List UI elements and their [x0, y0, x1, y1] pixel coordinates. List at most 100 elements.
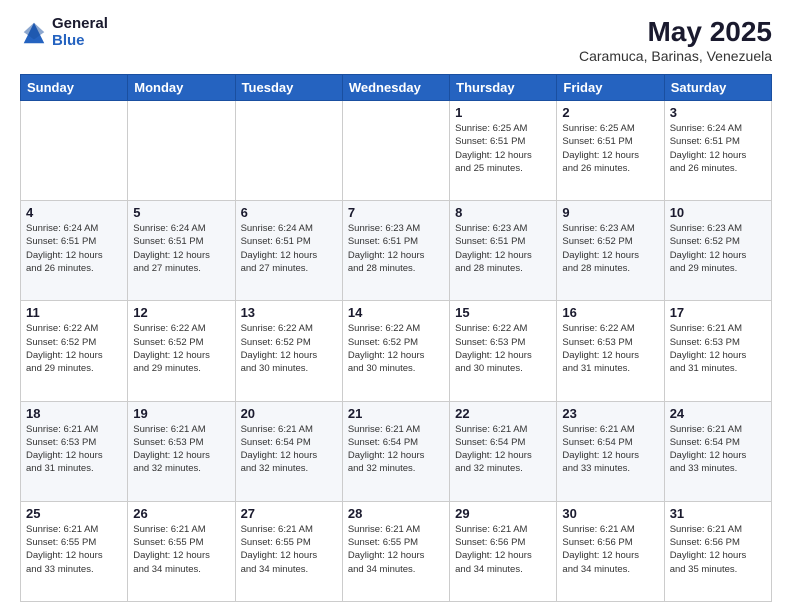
month-title: May 2025: [579, 16, 772, 48]
day-number: 24: [670, 406, 766, 421]
table-row: 18Sunrise: 6:21 AM Sunset: 6:53 PM Dayli…: [21, 401, 128, 501]
page: General Blue May 2025 Caramuca, Barinas,…: [0, 0, 792, 612]
table-row: 1 Sunrise: 6:25 AM Sunset: 6:51 PM Daylig…: [450, 101, 557, 201]
day-number: 13: [241, 305, 337, 320]
day-info: Sunrise: 6:21 AM Sunset: 6:56 PM Dayligh…: [455, 523, 551, 576]
day-info: Sunrise: 6:21 AM Sunset: 6:56 PM Dayligh…: [562, 523, 658, 576]
day-number: 17: [670, 305, 766, 320]
day-info: Sunrise: 6:21 AM Sunset: 6:55 PM Dayligh…: [348, 523, 444, 576]
table-row: 21 Sunrise: 6:21 AM Sunset: 6:54 PM Dayli…: [342, 401, 449, 501]
day-info: Sunrise: 6:21 AM Sunset: 6:53 PM Dayligh…: [670, 322, 766, 375]
day-number: 6: [241, 205, 337, 220]
col-monday: Monday: [128, 75, 235, 101]
table-row: 31 Sunrise: 6:21 AM Sunset: 6:56 PM Dayli…: [664, 501, 771, 601]
day-number: 2: [562, 105, 658, 120]
calendar-week-5: 25 Sunrise: 6:21 AM Sunset: 6:55 PM Dayli…: [21, 501, 772, 601]
day-info: Sunrise: 6:24 AM Sunset: 6:51 PM Dayligh…: [670, 122, 766, 175]
calendar-header-row: Sunday Monday Tuesday Wednesday Thursday…: [21, 75, 772, 101]
table-row: [21, 101, 128, 201]
day-info: Sunrise: 6:24 AM Sunset: 6:51 PM Dayligh…: [133, 222, 229, 275]
day-info: Sunrise: 6:22 AM Sunset: 6:53 PM Dayligh…: [455, 322, 551, 375]
table-row: 9 Sunrise: 6:23 AM Sunset: 6:52 PM Daylig…: [557, 201, 664, 301]
day-info: Sunrise: 6:21 AM Sunset: 6:54 PM Dayligh…: [670, 423, 766, 476]
table-row: 11Sunrise: 6:22 AM Sunset: 6:52 PM Dayli…: [21, 301, 128, 401]
logo-general-text: General: [52, 15, 108, 32]
day-info: Sunrise: 6:21 AM Sunset: 6:55 PM Dayligh…: [26, 523, 122, 576]
title-block: May 2025 Caramuca, Barinas, Venezuela: [579, 16, 772, 64]
day-info: Sunrise: 6:24 AM Sunset: 6:51 PM Dayligh…: [241, 222, 337, 275]
day-number: 10: [670, 205, 766, 220]
table-row: 28 Sunrise: 6:21 AM Sunset: 6:55 PM Dayli…: [342, 501, 449, 601]
table-row: 16 Sunrise: 6:22 AM Sunset: 6:53 PM Dayli…: [557, 301, 664, 401]
table-row: [342, 101, 449, 201]
location: Caramuca, Barinas, Venezuela: [579, 48, 772, 64]
day-number: 4: [26, 205, 122, 220]
table-row: 7 Sunrise: 6:23 AM Sunset: 6:51 PM Daylig…: [342, 201, 449, 301]
table-row: 23 Sunrise: 6:21 AM Sunset: 6:54 PM Dayli…: [557, 401, 664, 501]
day-info: Sunrise: 6:21 AM Sunset: 6:54 PM Dayligh…: [562, 423, 658, 476]
col-thursday: Thursday: [450, 75, 557, 101]
day-number: 26: [133, 506, 229, 521]
day-number: 21: [348, 406, 444, 421]
table-row: 24 Sunrise: 6:21 AM Sunset: 6:54 PM Dayli…: [664, 401, 771, 501]
table-row: 2 Sunrise: 6:25 AM Sunset: 6:51 PM Daylig…: [557, 101, 664, 201]
day-number: 12: [133, 305, 229, 320]
calendar-week-1: 1 Sunrise: 6:25 AM Sunset: 6:51 PM Daylig…: [21, 101, 772, 201]
day-number: 9: [562, 205, 658, 220]
table-row: 8 Sunrise: 6:23 AM Sunset: 6:51 PM Daylig…: [450, 201, 557, 301]
day-info: Sunrise: 6:21 AM Sunset: 6:54 PM Dayligh…: [348, 423, 444, 476]
table-row: 3Sunrise: 6:24 AM Sunset: 6:51 PM Daylig…: [664, 101, 771, 201]
day-number: 1: [455, 105, 551, 120]
table-row: 25 Sunrise: 6:21 AM Sunset: 6:55 PM Dayli…: [21, 501, 128, 601]
day-info: Sunrise: 6:22 AM Sunset: 6:52 PM Dayligh…: [241, 322, 337, 375]
day-info: Sunrise: 6:22 AM Sunset: 6:52 PM Dayligh…: [26, 322, 122, 375]
day-info: Sunrise: 6:22 AM Sunset: 6:52 PM Dayligh…: [348, 322, 444, 375]
table-row: 27 Sunrise: 6:21 AM Sunset: 6:55 PM Dayli…: [235, 501, 342, 601]
day-info: Sunrise: 6:25 AM Sunset: 6:51 PM Dayligh…: [562, 122, 658, 175]
table-row: 6 Sunrise: 6:24 AM Sunset: 6:51 PM Daylig…: [235, 201, 342, 301]
day-number: 18: [26, 406, 122, 421]
table-row: 10 Sunrise: 6:23 AM Sunset: 6:52 PM Dayli…: [664, 201, 771, 301]
col-saturday: Saturday: [664, 75, 771, 101]
day-info: Sunrise: 6:25 AM Sunset: 6:51 PM Dayligh…: [455, 122, 551, 175]
day-info: Sunrise: 6:22 AM Sunset: 6:52 PM Dayligh…: [133, 322, 229, 375]
logo: General Blue: [20, 16, 108, 49]
table-row: 15Sunrise: 6:22 AM Sunset: 6:53 PM Dayli…: [450, 301, 557, 401]
col-wednesday: Wednesday: [342, 75, 449, 101]
table-row: 12 Sunrise: 6:22 AM Sunset: 6:52 PM Dayli…: [128, 301, 235, 401]
table-row: 30 Sunrise: 6:21 AM Sunset: 6:56 PM Dayli…: [557, 501, 664, 601]
day-info: Sunrise: 6:21 AM Sunset: 6:55 PM Dayligh…: [241, 523, 337, 576]
day-info: Sunrise: 6:21 AM Sunset: 6:54 PM Dayligh…: [241, 423, 337, 476]
header: General Blue May 2025 Caramuca, Barinas,…: [20, 16, 772, 64]
day-info: Sunrise: 6:23 AM Sunset: 6:52 PM Dayligh…: [670, 222, 766, 275]
day-info: Sunrise: 6:22 AM Sunset: 6:53 PM Dayligh…: [562, 322, 658, 375]
day-number: 27: [241, 506, 337, 521]
day-number: 28: [348, 506, 444, 521]
day-number: 5: [133, 205, 229, 220]
calendar-table: Sunday Monday Tuesday Wednesday Thursday…: [20, 74, 772, 602]
day-number: 22: [455, 406, 551, 421]
table-row: 26 Sunrise: 6:21 AM Sunset: 6:55 PM Dayli…: [128, 501, 235, 601]
day-number: 23: [562, 406, 658, 421]
day-number: 30: [562, 506, 658, 521]
day-info: Sunrise: 6:23 AM Sunset: 6:51 PM Dayligh…: [455, 222, 551, 275]
day-info: Sunrise: 6:23 AM Sunset: 6:52 PM Dayligh…: [562, 222, 658, 275]
table-row: 14 Sunrise: 6:22 AM Sunset: 6:52 PM Dayli…: [342, 301, 449, 401]
day-info: Sunrise: 6:21 AM Sunset: 6:55 PM Dayligh…: [133, 523, 229, 576]
calendar-week-2: 4 Sunrise: 6:24 AM Sunset: 6:51 PM Daylig…: [21, 201, 772, 301]
day-number: 16: [562, 305, 658, 320]
day-info: Sunrise: 6:24 AM Sunset: 6:51 PM Dayligh…: [26, 222, 122, 275]
day-number: 20: [241, 406, 337, 421]
table-row: [128, 101, 235, 201]
calendar-week-4: 18Sunrise: 6:21 AM Sunset: 6:53 PM Dayli…: [21, 401, 772, 501]
day-info: Sunrise: 6:23 AM Sunset: 6:51 PM Dayligh…: [348, 222, 444, 275]
day-info: Sunrise: 6:21 AM Sunset: 6:56 PM Dayligh…: [670, 523, 766, 576]
day-number: 14: [348, 305, 444, 320]
day-number: 25: [26, 506, 122, 521]
day-number: 31: [670, 506, 766, 521]
day-number: 19: [133, 406, 229, 421]
day-number: 7: [348, 205, 444, 220]
table-row: [235, 101, 342, 201]
day-number: 8: [455, 205, 551, 220]
table-row: 22Sunrise: 6:21 AM Sunset: 6:54 PM Dayli…: [450, 401, 557, 501]
